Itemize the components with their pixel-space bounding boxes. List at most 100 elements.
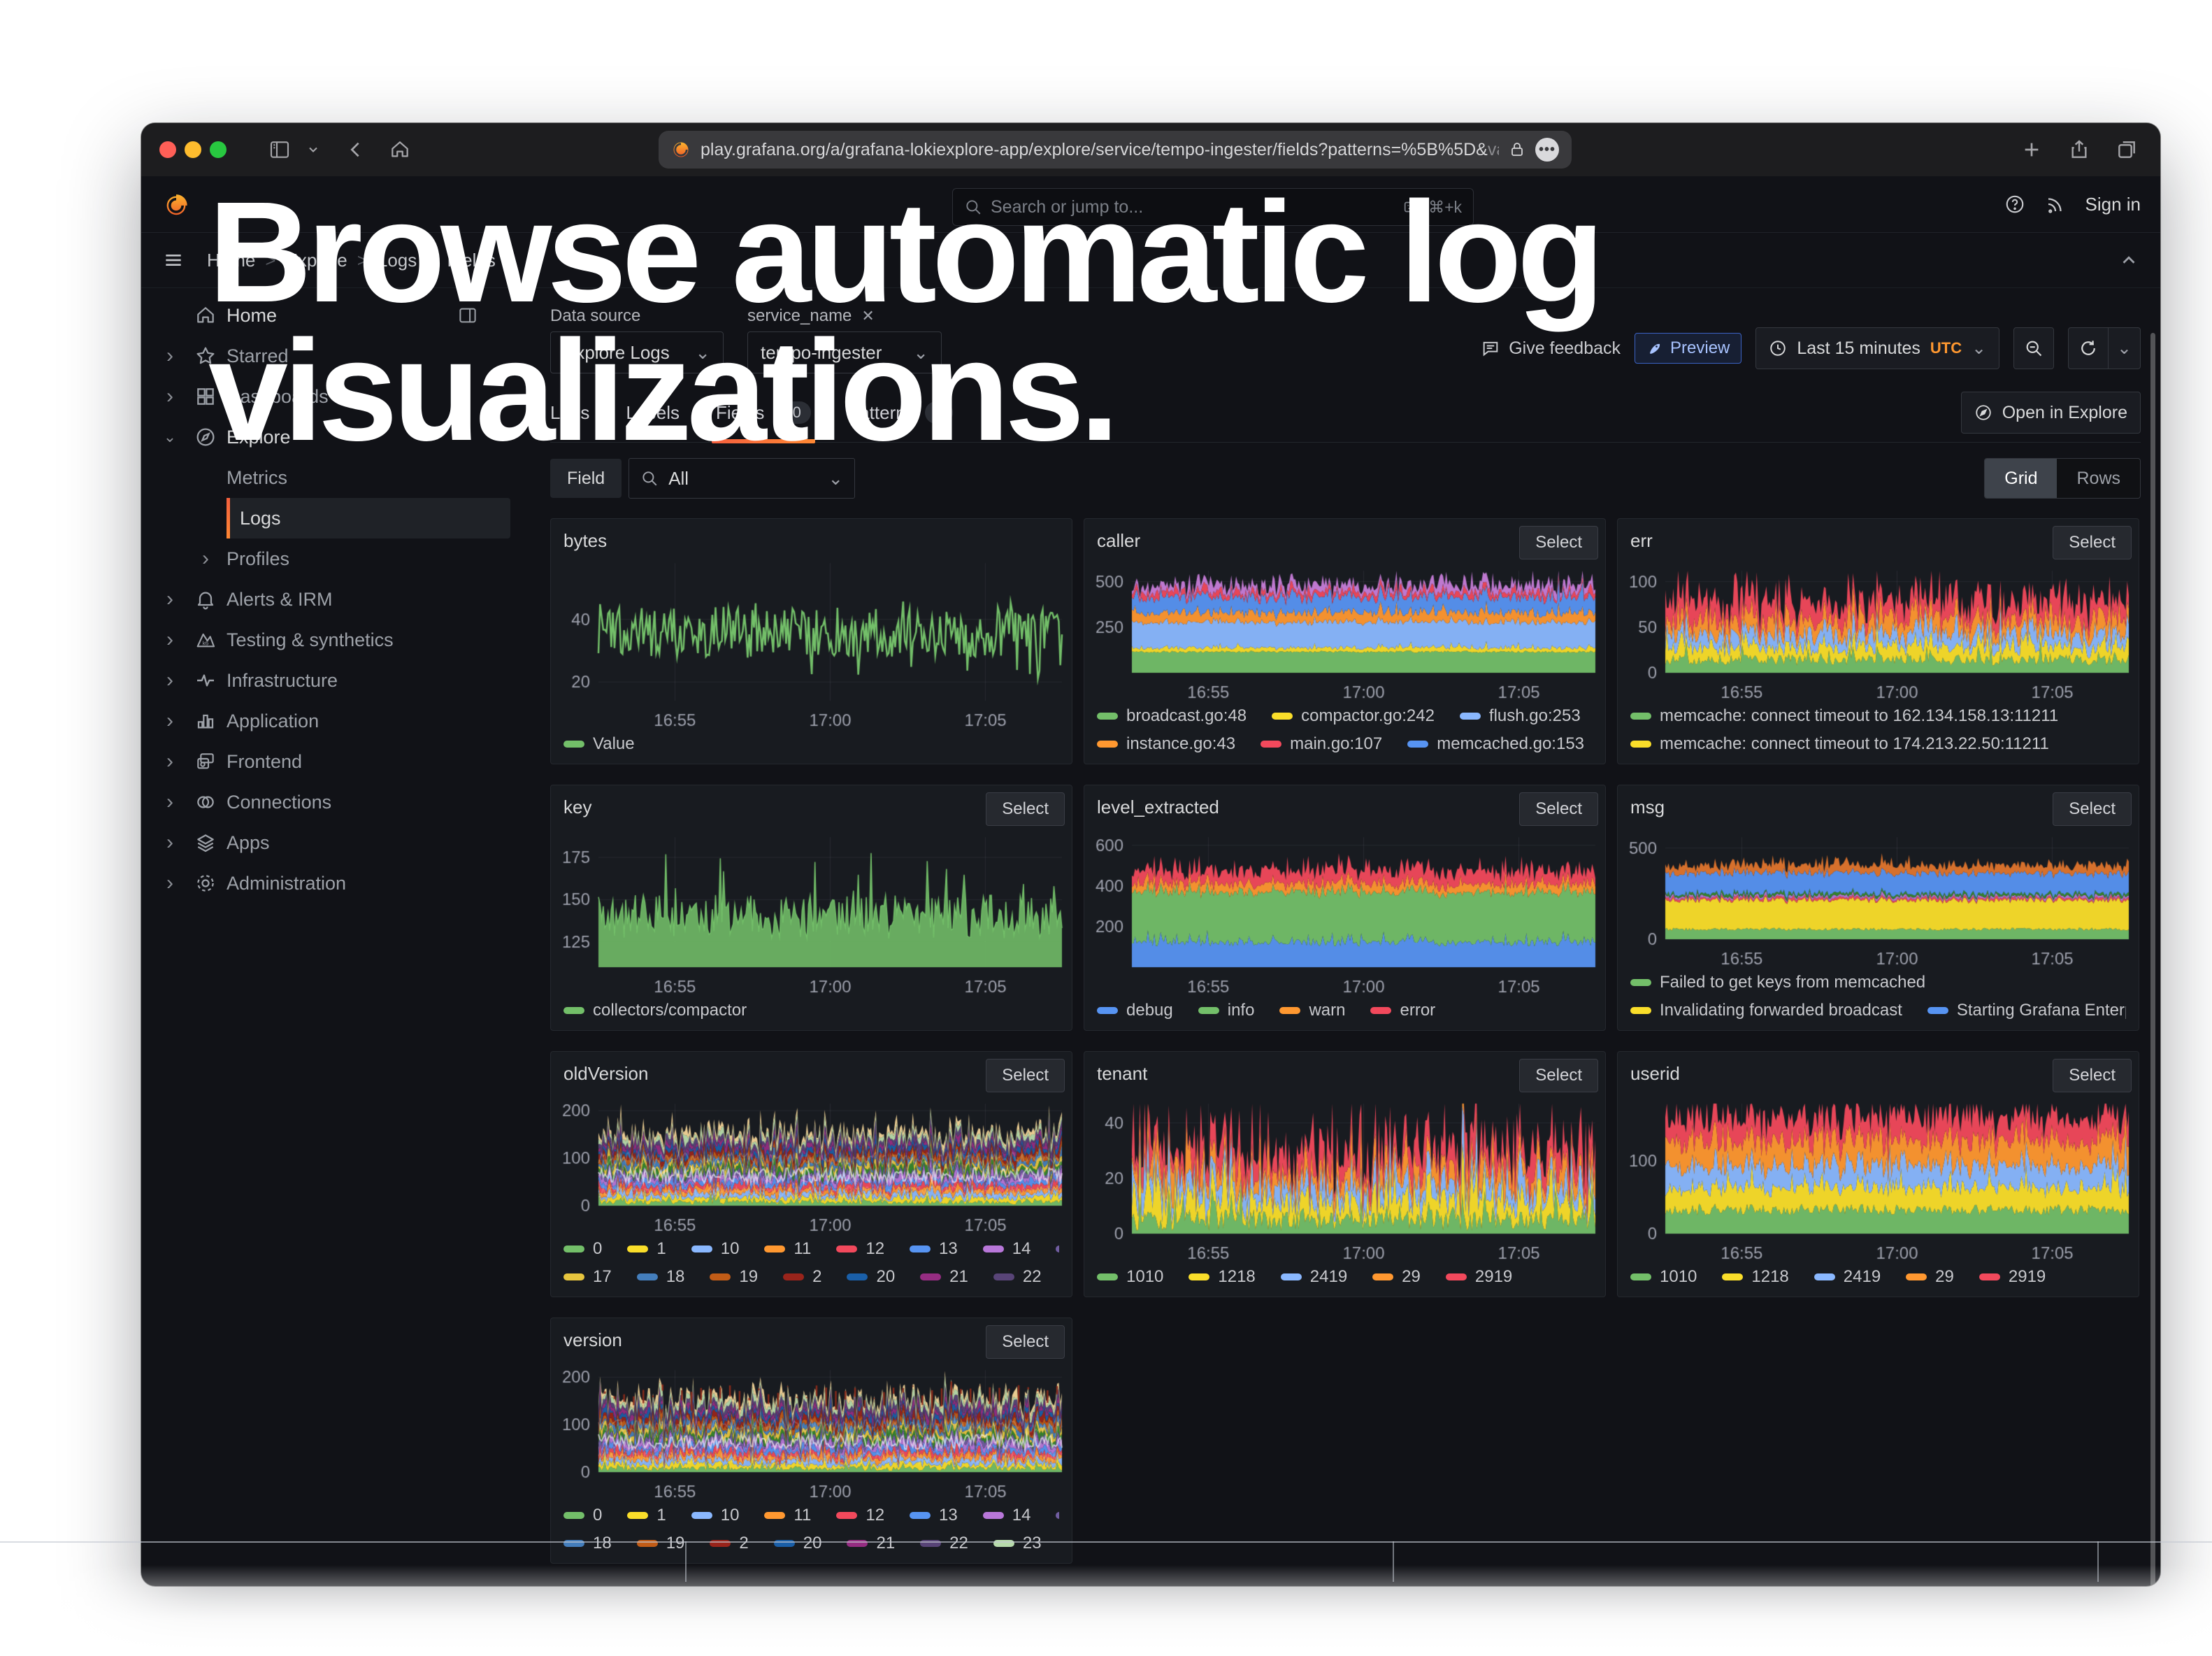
legend-item[interactable]: 10 <box>691 1506 740 1525</box>
back-button[interactable] <box>341 134 372 165</box>
legend-item[interactable]: 2919 <box>1446 1267 1512 1287</box>
legend-item[interactable]: compactor.go:242 <box>1272 706 1435 726</box>
legend-item[interactable]: Failed to get keys from memcached <box>1630 973 1925 992</box>
legend-item[interactable]: Value <box>563 734 635 754</box>
legend-item[interactable]: 22 <box>993 1267 1042 1287</box>
chevron-right-icon[interactable]: › <box>155 669 185 692</box>
select-button[interactable]: Select <box>2053 526 2132 559</box>
new-tab-button[interactable] <box>2016 134 2047 165</box>
panel-chart[interactable] <box>1084 561 1605 705</box>
legend-item[interactable]: 14 <box>983 1506 1031 1525</box>
panel-chart[interactable] <box>1618 827 2139 971</box>
legend-item[interactable]: main.go:107 <box>1261 734 1382 754</box>
legend-item[interactable]: 2 <box>783 1267 821 1287</box>
legend-item[interactable]: 20 <box>847 1267 895 1287</box>
legend-item[interactable]: 0 <box>563 1239 602 1259</box>
panel-chart[interactable] <box>1084 827 1605 999</box>
select-button[interactable]: Select <box>2053 1059 2132 1092</box>
legend-item[interactable]: 13 <box>910 1506 958 1525</box>
url-more-button[interactable]: ••• <box>1535 138 1559 162</box>
legend-item[interactable]: 1010 <box>1097 1267 1163 1287</box>
select-button[interactable]: Select <box>986 1059 1065 1092</box>
url-bar[interactable]: play.grafana.org/a/grafana-lokiexplore-a… <box>659 131 1572 169</box>
scrollbar[interactable] <box>2150 333 2155 1586</box>
legend-item[interactable]: 29 <box>1906 1267 1954 1287</box>
chevron-right-icon[interactable]: › <box>155 587 185 611</box>
legend-item[interactable]: 19 <box>710 1267 758 1287</box>
legend-item[interactable]: 1218 <box>1722 1267 1788 1287</box>
chevron-right-icon[interactable]: › <box>155 831 185 855</box>
legend-item[interactable]: info <box>1198 1001 1255 1020</box>
legend-item[interactable]: 1010 <box>1630 1267 1697 1287</box>
help-icon[interactable] <box>2004 194 2025 215</box>
legend-item[interactable]: 20 <box>774 1534 822 1553</box>
select-button[interactable]: Select <box>1519 526 1598 559</box>
legend-item[interactable]: 14 <box>983 1239 1031 1259</box>
legend-item[interactable]: 12 <box>836 1506 884 1525</box>
legend-item[interactable]: collectors/compactor <box>563 1001 747 1020</box>
legend-item[interactable]: 18 <box>563 1534 612 1553</box>
legend-item[interactable]: 17 <box>563 1267 612 1287</box>
chevron-down-icon[interactable]: ⌄ <box>155 428 185 446</box>
open-in-explore-button[interactable]: Open in Explore <box>1961 392 2141 434</box>
legend-item[interactable]: 11 <box>764 1506 811 1525</box>
sidebar-item-apps[interactable]: ›Apps <box>141 822 538 863</box>
zoom-out-button[interactable] <box>2013 327 2054 369</box>
share-button[interactable] <box>2064 134 2095 165</box>
legend-item[interactable]: warn <box>1279 1001 1345 1020</box>
legend-item[interactable]: 13 <box>910 1239 958 1259</box>
select-button[interactable]: Select <box>1519 792 1598 826</box>
grafana-logo[interactable] <box>161 189 192 220</box>
legend-item[interactable]: 1 <box>627 1506 666 1525</box>
panel-chart[interactable] <box>551 553 1072 733</box>
panel-chart[interactable] <box>551 1094 1072 1238</box>
legend-item[interactable]: memcached.go:153 <box>1407 734 1584 754</box>
legend-item[interactable]: 19 <box>637 1534 685 1553</box>
tab-overview-button[interactable] <box>2111 134 2142 165</box>
minimize-window-button[interactable] <box>185 141 201 158</box>
panel-chart[interactable] <box>1618 561 2139 705</box>
sidebar-item-administration[interactable]: ›Administration <box>141 863 538 904</box>
legend-item[interactable]: 21 <box>847 1534 895 1553</box>
legend-item[interactable]: memcache: connect timeout to 174.213.22.… <box>1630 734 2049 754</box>
sidebar-item-application[interactable]: ›Application <box>141 701 538 741</box>
collapse-icon[interactable] <box>2118 250 2139 271</box>
legend-item[interactable]: 12 <box>836 1239 884 1259</box>
legend-item[interactable]: 21 <box>920 1267 968 1287</box>
legend-item[interactable]: 23 <box>993 1534 1042 1553</box>
sidebar-item-infrastructure[interactable]: ›Infrastructure <box>141 660 538 701</box>
chevron-down-icon[interactable] <box>298 134 329 165</box>
legend-item[interactable]: Starting Grafana Enterpri <box>1927 1001 2126 1020</box>
panel-chart[interactable] <box>551 827 1072 999</box>
legend-item[interactable]: flush.go:253 <box>1460 706 1581 726</box>
sidebar-item-alerts-irm[interactable]: ›Alerts & IRM <box>141 579 538 620</box>
legend-item[interactable]: 0 <box>563 1506 602 1525</box>
panel-chart[interactable] <box>1084 1094 1605 1266</box>
panel-chart[interactable] <box>1618 1094 2139 1266</box>
refresh-button[interactable] <box>2068 327 2109 369</box>
select-button[interactable]: Select <box>1519 1059 1598 1092</box>
legend-item[interactable]: instance.go:43 <box>1097 734 1235 754</box>
select-button[interactable]: Select <box>986 792 1065 826</box>
legend-item[interactable]: 2419 <box>1281 1267 1347 1287</box>
sidebar-item-logs[interactable]: Logs <box>141 498 538 538</box>
legend-item[interactable]: 10 <box>691 1239 740 1259</box>
news-icon[interactable] <box>2045 194 2066 215</box>
chevron-right-icon[interactable]: › <box>155 385 185 408</box>
chevron-right-icon[interactable]: › <box>155 709 185 733</box>
legend-item[interactable]: 15 <box>1056 1239 1059 1259</box>
time-range-picker[interactable]: Last 15 minutes UTC ⌄ <box>1755 327 1999 369</box>
legend-item[interactable]: Invalidating forwarded broadcast <box>1630 1001 1902 1020</box>
legend-item[interactable]: memcache: connect timeout to 162.134.158… <box>1630 706 2058 726</box>
legend-item[interactable]: broadcast.go:48 <box>1097 706 1247 726</box>
view-toggle-grid[interactable]: Grid <box>1985 459 2057 498</box>
legend-item[interactable]: debug <box>1097 1001 1173 1020</box>
chevron-right-icon[interactable]: › <box>155 628 185 652</box>
chevron-right-icon[interactable]: › <box>155 750 185 773</box>
close-window-button[interactable] <box>159 141 176 158</box>
chevron-right-icon[interactable]: › <box>155 790 185 814</box>
legend-item[interactable]: 2 <box>710 1534 748 1553</box>
legend-item[interactable]: 15 <box>1056 1506 1059 1525</box>
preview-badge[interactable]: Preview <box>1635 333 1741 364</box>
select-button[interactable]: Select <box>2053 792 2132 826</box>
